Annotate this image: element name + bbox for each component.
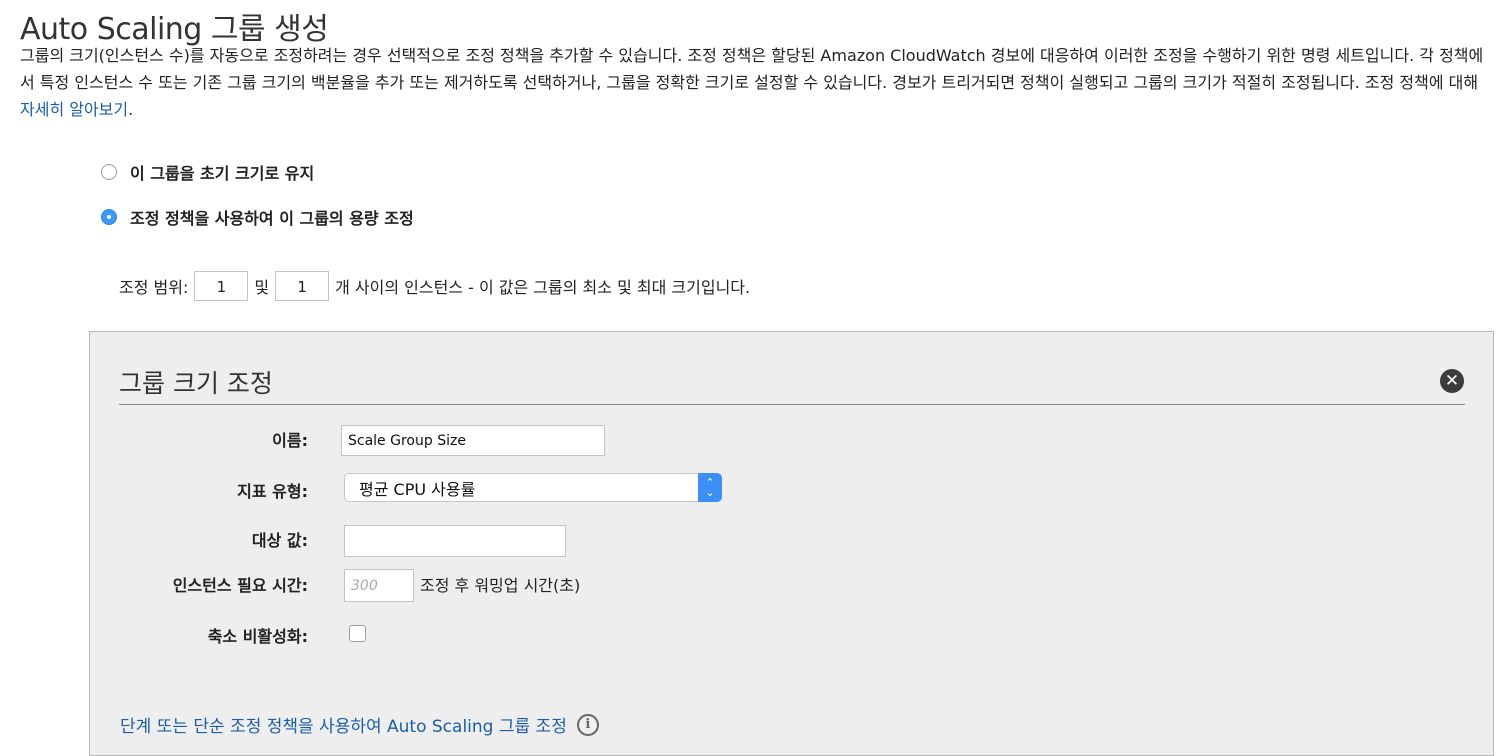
close-icon[interactable]: ✕ bbox=[1440, 369, 1464, 393]
target-value-input[interactable] bbox=[344, 525, 566, 557]
radio-button-unchecked[interactable] bbox=[101, 164, 117, 180]
range-suffix-label: 개 사이의 인스턴스 - 이 값은 그룹의 최소 및 최대 크기입니다. bbox=[335, 278, 751, 297]
panel-title: 그룹 크기 조정 bbox=[119, 369, 273, 398]
max-size-input[interactable]: 1 bbox=[275, 271, 330, 301]
range-and-label: 및 bbox=[254, 278, 270, 297]
warmup-placeholder: 300 bbox=[351, 577, 378, 594]
description-text: 그룹의 크기(인스턴스 수)를 자동으로 조정하려는 경우 선택적으로 조정 정… bbox=[20, 46, 1484, 92]
warmup-label: 인스턴스 필요 시간: bbox=[172, 576, 308, 595]
range-prefix-label: 조정 범위: bbox=[119, 278, 189, 297]
description-period: . bbox=[128, 100, 134, 119]
min-size-input[interactable]: 1 bbox=[194, 271, 249, 301]
footer-row: 단계 또는 단순 조정 정책을 사용하여 Auto Scaling 그룹 조정 … bbox=[120, 712, 599, 737]
radio-keep-initial-size[interactable]: 이 그룹을 초기 크기로 유지 bbox=[101, 160, 314, 184]
radio-label-keep-initial: 이 그룹을 초기 크기로 유지 bbox=[130, 164, 315, 183]
metric-type-label: 지표 유형: bbox=[237, 482, 308, 501]
chevron-updown-icon: ⌃ ⌄ bbox=[698, 473, 722, 502]
warmup-input[interactable]: 300 bbox=[344, 569, 414, 602]
scale-group-size-panel: 그룹 크기 조정 ✕ 이름: Scale Group Size 지표 유형: 평… bbox=[89, 331, 1494, 756]
radio-button-checked[interactable] bbox=[101, 209, 117, 225]
name-label: 이름: bbox=[272, 431, 308, 450]
radio-label-use-policies: 조정 정책을 사용하여 이 그룹의 용량 조정 bbox=[130, 209, 414, 228]
page-description: 그룹의 크기(인스턴스 수)를 자동으로 조정하려는 경우 선택적으로 조정 정… bbox=[20, 42, 1490, 123]
panel-divider bbox=[119, 404, 1465, 405]
target-value-label: 대상 값: bbox=[251, 531, 308, 550]
warmup-suffix-label: 조정 후 워밍업 시간(초) bbox=[420, 576, 581, 595]
metric-type-value: 평균 CPU 사용률 bbox=[359, 479, 476, 499]
disable-scale-in-label: 축소 비활성화: bbox=[207, 627, 308, 646]
policy-name-value: Scale Group Size bbox=[348, 432, 466, 449]
disable-scale-in-checkbox[interactable] bbox=[349, 625, 366, 642]
learn-more-link[interactable]: 자세히 알아보기 bbox=[20, 100, 128, 119]
info-icon[interactable]: i bbox=[576, 713, 599, 736]
scaling-range-row: 조정 범위: 1 및 1 개 사이의 인스턴스 - 이 값은 그룹의 최소 및 … bbox=[119, 271, 750, 301]
policy-name-input[interactable]: Scale Group Size bbox=[341, 425, 605, 456]
radio-use-scaling-policies[interactable]: 조정 정책을 사용하여 이 그룹의 용량 조정 bbox=[101, 205, 414, 229]
metric-type-select[interactable]: 평균 CPU 사용률 ⌃ ⌄ bbox=[344, 473, 722, 502]
step-simple-policy-link[interactable]: 단계 또는 단순 조정 정책을 사용하여 Auto Scaling 그룹 조정 bbox=[120, 712, 567, 737]
